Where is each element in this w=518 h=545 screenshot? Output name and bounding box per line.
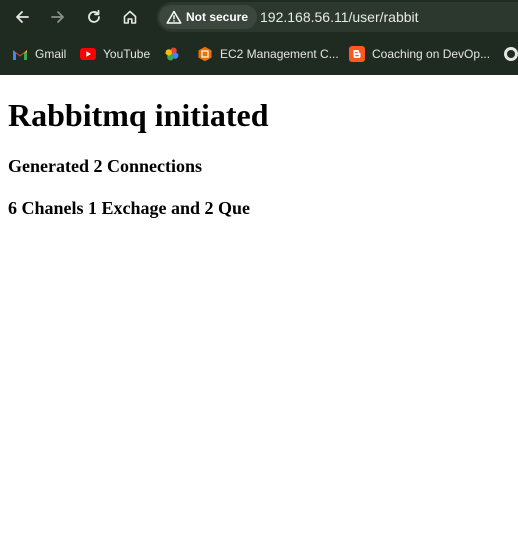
- blogger-icon: [349, 46, 365, 62]
- bookmark-ec2[interactable]: EC2 Management C...: [197, 44, 339, 64]
- home-icon: [123, 10, 137, 24]
- aws-ec2-icon: [197, 46, 213, 62]
- bookmark-label: Gmail: [35, 47, 67, 61]
- gmail-icon: [12, 46, 28, 62]
- bookmark-youtube[interactable]: YouTube: [80, 44, 150, 64]
- forward-button[interactable]: [44, 3, 72, 31]
- forward-arrow-icon: [51, 11, 64, 23]
- bookmark-label: YouTube: [103, 47, 151, 61]
- bookmark-blogger[interactable]: Coaching on DevOp...: [349, 44, 490, 64]
- bookmark-pinwheel[interactable]: [164, 44, 187, 64]
- browser-toolbar: Not secure 192.168.56.11/user/rabbit: [0, 0, 518, 35]
- browser-chrome: Not secure 192.168.56.11/user/rabbit Gma…: [0, 0, 518, 75]
- github-icon: [503, 46, 518, 62]
- url-text[interactable]: 192.168.56.11/user/rabbit: [260, 9, 419, 25]
- reload-icon: [88, 9, 100, 23]
- connections-text: Generated 2 Connections: [8, 156, 202, 176]
- bookmark-label: Coaching on DevOp...: [372, 47, 491, 61]
- back-button[interactable]: [8, 3, 36, 31]
- youtube-icon: [80, 46, 96, 62]
- page-heading: Rabbitmq initiated: [8, 97, 269, 133]
- pinwheel-icon: [164, 46, 180, 62]
- security-label: Not secure: [186, 10, 249, 24]
- page-content: Rabbitmq initiated Generated 2 Connectio…: [0, 75, 518, 545]
- bookmark-gmail[interactable]: Gmail: [12, 44, 66, 64]
- bookmarks-bar: Gmail YouTube EC2 Management C... Coachi…: [0, 38, 518, 70]
- reload-button[interactable]: [80, 3, 108, 31]
- security-indicator[interactable]: Not secure: [159, 5, 258, 29]
- channels-text: 6 Chanels 1 Exchage and 2 Que: [8, 198, 251, 218]
- warning-triangle-icon: [166, 10, 182, 24]
- home-button[interactable]: [116, 3, 144, 31]
- bookmark-github[interactable]: [503, 44, 518, 64]
- bookmark-label: EC2 Management C...: [220, 47, 339, 61]
- address-bar[interactable]: Not secure 192.168.56.11/user/rabbit: [157, 2, 518, 32]
- back-arrow-icon: [16, 11, 29, 23]
